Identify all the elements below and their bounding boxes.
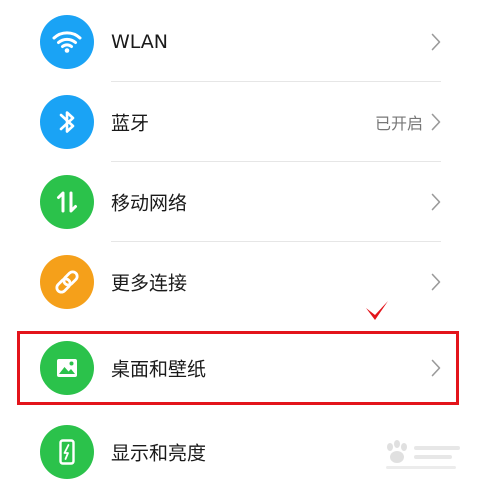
settings-item-mobile-network[interactable]: 移动网络 bbox=[0, 162, 491, 242]
settings-item-label: WLAN bbox=[111, 31, 169, 53]
watermark-logo bbox=[378, 438, 464, 472]
settings-item-label: 移动网络 bbox=[111, 192, 188, 215]
chevron-right-icon bbox=[431, 273, 441, 291]
settings-item-label: 蓝牙 bbox=[111, 112, 150, 135]
settings-item-label: 显示和亮度 bbox=[111, 442, 207, 465]
wifi-icon bbox=[40, 15, 94, 69]
phone-brightness-icon bbox=[40, 425, 94, 479]
mobile-network-icon bbox=[40, 175, 94, 229]
link-icon bbox=[40, 255, 94, 309]
settings-item-wlan[interactable]: WLAN bbox=[0, 2, 491, 82]
check-mark-icon bbox=[366, 301, 388, 320]
settings-item-more-connections[interactable]: 更多连接 bbox=[0, 242, 491, 322]
bluetooth-status: 已开启 bbox=[374, 114, 423, 133]
highlight-box bbox=[17, 331, 459, 405]
chevron-right-icon bbox=[431, 33, 441, 51]
bluetooth-icon bbox=[40, 95, 94, 149]
chevron-right-icon bbox=[431, 193, 441, 211]
settings-item-label: 更多连接 bbox=[111, 272, 188, 295]
settings-item-bluetooth[interactable]: 蓝牙 已开启 bbox=[0, 82, 491, 162]
chevron-right-icon bbox=[431, 113, 441, 131]
settings-list: WLAN 蓝牙 已开启 移动网络 更多连接 桌面和壁纸 显示和亮度 bbox=[0, 0, 491, 487]
